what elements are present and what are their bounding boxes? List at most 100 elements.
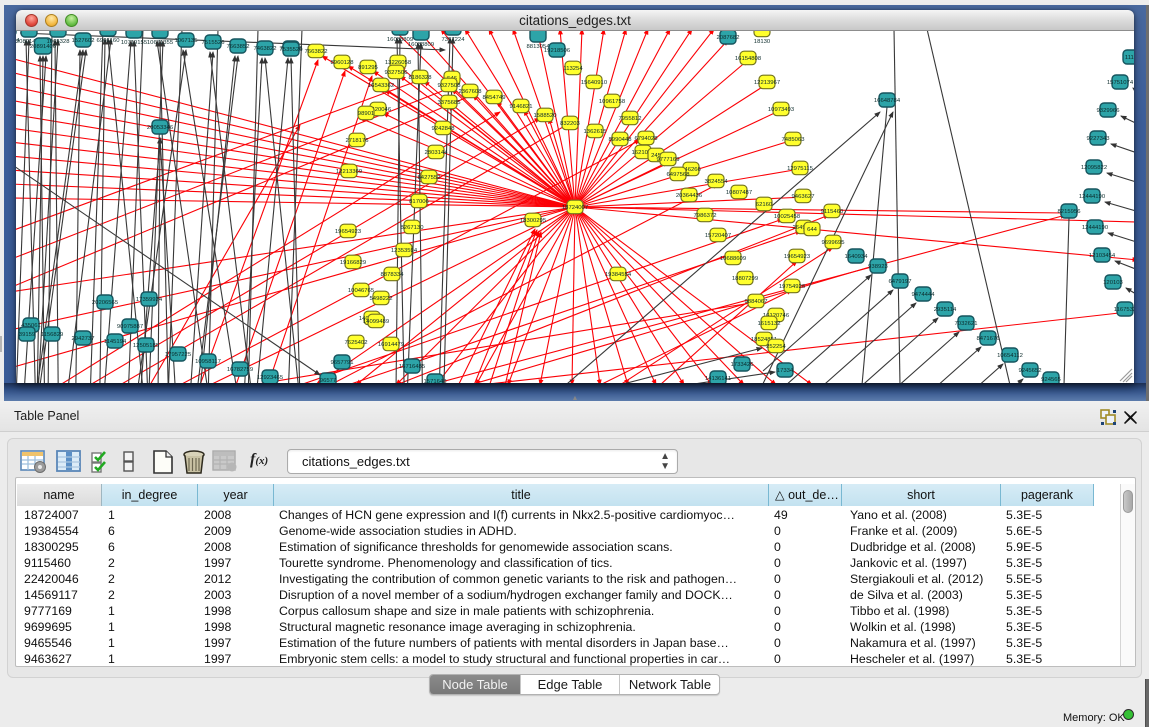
svg-text:14136141: 14136141 — [705, 376, 731, 382]
svg-text:15751074: 15751074 — [1107, 80, 1134, 86]
svg-text:9657791: 9657791 — [331, 360, 354, 366]
svg-text:6497568: 6497568 — [667, 172, 691, 178]
svg-text:12213967: 12213967 — [754, 80, 780, 86]
svg-text:8454749: 8454749 — [483, 95, 506, 101]
svg-text:7625402: 7625402 — [345, 340, 368, 346]
svg-text:15640910: 15640910 — [581, 80, 608, 86]
svg-text:120103: 120103 — [1103, 280, 1123, 286]
svg-text:9777169: 9777169 — [657, 157, 680, 163]
svg-text:10958117: 10958117 — [195, 359, 221, 365]
svg-text:7986372: 7986372 — [694, 213, 717, 219]
svg-text:8186328: 8186328 — [409, 75, 433, 81]
svg-text:20206565: 20206565 — [92, 300, 119, 306]
svg-text:9242848: 9242848 — [432, 126, 456, 132]
svg-text:1615132: 1615132 — [758, 321, 781, 327]
svg-text:8215956: 8215956 — [1058, 209, 1082, 215]
svg-text:8878334: 8878334 — [381, 272, 405, 278]
svg-text:18300295: 18300295 — [520, 218, 547, 224]
svg-text:1067135: 1067135 — [175, 38, 199, 44]
svg-text:10807487: 10807487 — [726, 190, 752, 196]
svg-text:8427552: 8427552 — [418, 175, 441, 181]
svg-text:19754928: 19754928 — [779, 284, 806, 290]
svg-text:7463822: 7463822 — [254, 46, 277, 52]
svg-text:1640934: 1640934 — [845, 254, 869, 260]
svg-text:1733426: 1733426 — [731, 362, 755, 368]
svg-text:12444190: 12444190 — [1082, 225, 1109, 231]
svg-text:938923: 938923 — [868, 264, 888, 270]
svg-text:18130: 18130 — [754, 39, 771, 45]
svg-text:6479197: 6479197 — [889, 279, 912, 285]
svg-text:8960128: 8960128 — [331, 60, 355, 66]
svg-text:12975115: 12975115 — [787, 166, 813, 172]
svg-text:9463627: 9463627 — [792, 194, 815, 200]
svg-text:644: 644 — [807, 227, 818, 233]
svg-text:62160: 62160 — [756, 202, 773, 208]
svg-text:1112: 1112 — [1125, 55, 1134, 61]
svg-text:1065328: 1065328 — [47, 39, 71, 45]
svg-text:924565: 924565 — [1041, 377, 1061, 383]
svg-text:18807299: 18807299 — [732, 276, 758, 282]
svg-text:12103454: 12103454 — [1089, 253, 1116, 259]
svg-text:9245652: 9245652 — [1019, 368, 1042, 374]
svg-text:1167533: 1167533 — [1114, 307, 1134, 313]
svg-text:17334: 17334 — [777, 368, 794, 374]
svg-text:18724007: 18724007 — [562, 205, 588, 211]
svg-text:6794028: 6794028 — [635, 136, 659, 142]
svg-text:10719155: 10719155 — [121, 40, 148, 46]
svg-text:7955812: 7955812 — [619, 116, 642, 122]
svg-text:16543362: 16543362 — [368, 83, 394, 89]
svg-text:10671355: 10671355 — [147, 40, 174, 46]
svg-text:3824554: 3824554 — [705, 179, 729, 185]
svg-text:10961758: 10961758 — [599, 99, 626, 105]
svg-text:2942737: 2942737 — [72, 336, 95, 342]
svg-text:1571648: 1571648 — [424, 379, 448, 383]
svg-text:7535526: 7535526 — [280, 47, 304, 53]
svg-text:39159: 39159 — [19, 332, 35, 338]
svg-text:9474444: 9474444 — [912, 292, 936, 298]
svg-text:9884067: 9884067 — [745, 299, 768, 305]
svg-text:12095822: 12095822 — [1081, 165, 1107, 171]
svg-text:12444190: 12444190 — [1079, 194, 1106, 200]
svg-text:14099489: 14099489 — [363, 319, 389, 325]
svg-text:10025458: 10025458 — [774, 214, 801, 220]
svg-text:12505185: 12505185 — [133, 343, 160, 349]
svg-text:817006: 817006 — [409, 199, 429, 205]
svg-text:10973493: 10973493 — [768, 107, 795, 113]
svg-text:12923465: 12923465 — [257, 375, 284, 381]
svg-text:2367608: 2367608 — [459, 89, 483, 95]
svg-text:113254: 113254 — [563, 66, 583, 72]
svg-text:16648784: 16648784 — [874, 98, 901, 104]
svg-text:2935114: 2935114 — [934, 307, 957, 313]
svg-text:10046765: 10046765 — [348, 288, 375, 294]
svg-text:9329966: 9329966 — [1097, 108, 1121, 114]
svg-text:16914479: 16914479 — [378, 342, 404, 348]
svg-text:19654923: 19654923 — [784, 254, 811, 260]
svg-text:19218506: 19218506 — [544, 48, 571, 54]
svg-text:7515526: 7515526 — [202, 40, 226, 46]
svg-text:16033809: 16033809 — [408, 42, 434, 48]
svg-text:15720407: 15720407 — [705, 233, 731, 239]
svg-text:7357224: 7357224 — [442, 37, 466, 43]
svg-text:891295: 891295 — [358, 65, 378, 71]
svg-text:1156829: 1156829 — [41, 332, 64, 338]
svg-text:20364436: 20364436 — [676, 193, 703, 199]
svg-text:2718176: 2718176 — [346, 138, 370, 144]
svg-text:9699695: 9699695 — [822, 240, 846, 246]
svg-text:9327506: 9327506 — [385, 70, 409, 76]
svg-text:1588520: 1588520 — [534, 113, 558, 119]
svg-text:9227343: 9227343 — [1087, 136, 1111, 142]
svg-text:7485063: 7485063 — [782, 137, 806, 143]
svg-text:19166829: 19166829 — [340, 260, 366, 266]
svg-text:2087682: 2087682 — [717, 35, 740, 41]
svg-text:19384554: 19384554 — [605, 272, 632, 278]
svg-text:3375685: 3375685 — [438, 100, 462, 106]
svg-text:12353594: 12353594 — [391, 248, 418, 254]
svg-text:10654112: 10654112 — [997, 353, 1023, 359]
svg-text:7663852: 7663852 — [227, 44, 250, 50]
svg-text:98901: 98901 — [358, 111, 374, 117]
svg-text:1362615: 1362615 — [584, 129, 608, 135]
svg-text:1527602: 1527602 — [72, 38, 95, 44]
svg-text:8990448: 8990448 — [609, 137, 633, 143]
svg-text:15716485: 15716485 — [399, 364, 426, 370]
svg-text:1145194: 1145194 — [104, 339, 127, 345]
